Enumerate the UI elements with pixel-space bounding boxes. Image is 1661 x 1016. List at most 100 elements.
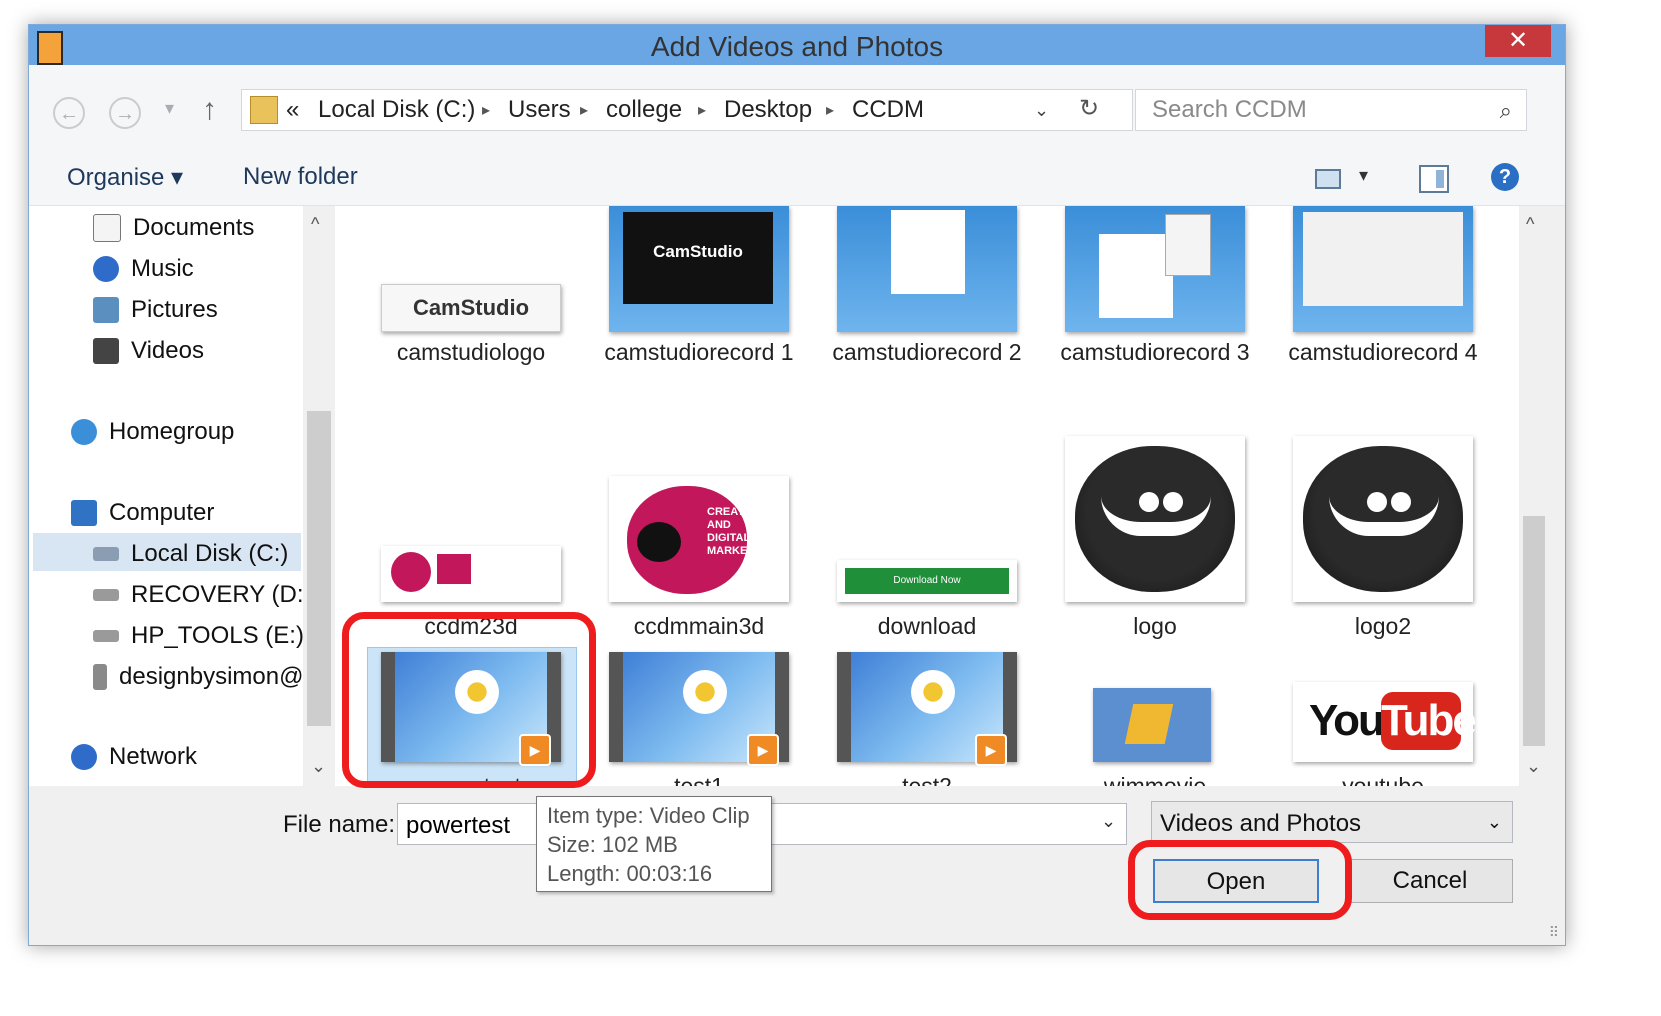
breadcrumb-separator[interactable]: ▸ bbox=[698, 100, 706, 120]
document-icon bbox=[93, 214, 121, 242]
address-dropdown-icon[interactable]: ⌄ bbox=[1034, 100, 1049, 121]
file-name: camstudiorecord 1 bbox=[604, 339, 794, 365]
file-item[interactable]: CREATIVE AND DIGITAL MARKETING ccdmmain3… bbox=[609, 406, 789, 639]
file-name: youtube bbox=[1342, 773, 1424, 786]
search-placeholder: Search CCDM bbox=[1152, 96, 1307, 123]
sidebar-item-label: Homegroup bbox=[109, 418, 235, 445]
screenshot-thumbnail bbox=[1293, 206, 1473, 332]
youtube-text-you: You bbox=[1309, 696, 1385, 745]
forward-button[interactable]: → bbox=[109, 97, 141, 129]
pictures-icon bbox=[93, 297, 119, 323]
search-icon[interactable]: ⌕ bbox=[1500, 98, 1512, 124]
scrollbar-thumb[interactable] bbox=[1523, 516, 1545, 746]
file-name: camstudiorecord 2 bbox=[832, 339, 1022, 365]
file-name-label: File name: bbox=[283, 811, 396, 838]
scroll-down-icon[interactable]: ⌄ bbox=[311, 756, 326, 777]
help-icon[interactable]: ? bbox=[1491, 163, 1519, 191]
sidebar-item-documents[interactable]: Documents bbox=[93, 214, 254, 242]
file-name: camstudiorecord 4 bbox=[1288, 339, 1478, 365]
close-button[interactable]: ✕ bbox=[1485, 25, 1551, 57]
dialog-window: Add Videos and Photos ✕ ← → ▾ ↑ « Local … bbox=[28, 24, 1566, 946]
file-item[interactable]: CamStudio camstudiorecord 1 bbox=[604, 206, 794, 396]
sidebar-item-music[interactable]: Music bbox=[93, 255, 194, 283]
recent-locations-button[interactable]: ▾ bbox=[165, 98, 174, 119]
breadcrumb-separator[interactable]: ▸ bbox=[580, 100, 588, 120]
up-button[interactable]: ↑ bbox=[202, 93, 217, 127]
music-icon bbox=[93, 256, 119, 282]
file-item[interactable]: camstudiorecord 2 bbox=[832, 206, 1022, 396]
tooltip-length: Length: 00:03:16 bbox=[547, 861, 713, 886]
videos-icon bbox=[93, 338, 119, 364]
file-item[interactable]: Download Now download bbox=[837, 406, 1017, 639]
search-input[interactable]: Search CCDM ⌕ bbox=[1135, 89, 1527, 131]
creative-text: CREATIVE AND DIGITAL MARKETING bbox=[707, 506, 774, 557]
navigation-bar: ← → ▾ ↑ « Local Disk (C:) ▸ Users ▸ coll… bbox=[29, 65, 1565, 151]
play-icon: ▶ bbox=[747, 734, 779, 766]
sidebar-item-label: Computer bbox=[109, 499, 215, 526]
breadcrumb-desktop[interactable]: Desktop bbox=[724, 96, 812, 124]
youtube-text-tube: Tube bbox=[1381, 692, 1477, 750]
file-item[interactable]: wimmovie bbox=[1065, 652, 1245, 786]
sidebar-item-homegroup[interactable]: Homegroup bbox=[71, 418, 234, 446]
play-icon: ▶ bbox=[975, 734, 1007, 766]
file-item[interactable]: ccdm23d bbox=[381, 406, 561, 639]
cancel-button[interactable]: Cancel bbox=[1347, 859, 1513, 903]
sidebar-item-computer[interactable]: Computer bbox=[71, 499, 214, 527]
sidebar-item-label: Documents bbox=[133, 214, 255, 241]
scroll-up-icon[interactable]: ^ bbox=[311, 214, 319, 235]
view-options-dropdown[interactable]: ▾ bbox=[1359, 165, 1368, 186]
file-name-dropdown-icon[interactable]: ⌄ bbox=[1101, 811, 1116, 832]
file-item[interactable]: camstudiorecord 4 bbox=[1288, 206, 1478, 396]
camstudio-window-preview: CamStudio bbox=[623, 212, 773, 304]
navigation-pane: Documents Music Pictures Videos Homegrou… bbox=[29, 206, 335, 786]
file-item-selected[interactable]: ▶ powertest bbox=[381, 652, 561, 786]
sidebar-item-local-disk[interactable]: Local Disk (C:) bbox=[93, 540, 288, 568]
breadcrumb-separator[interactable]: ▸ bbox=[482, 100, 490, 120]
file-item[interactable]: CamStudio camstudiologo bbox=[381, 206, 561, 396]
image-thumbnail: Download Now bbox=[837, 560, 1017, 602]
sidebar-item-videos[interactable]: Videos bbox=[93, 337, 204, 365]
image-thumbnail bbox=[1293, 436, 1473, 602]
address-bar[interactable]: « Local Disk (C:) ▸ Users ▸ college ▸ De… bbox=[241, 89, 1133, 131]
preview-pane-icon[interactable] bbox=[1419, 165, 1449, 193]
sidebar-item-hp-tools[interactable]: HP_TOOLS (E:) bbox=[93, 622, 304, 650]
change-view-icon[interactable] bbox=[1315, 169, 1341, 189]
sidebar-item-network[interactable]: Network bbox=[71, 743, 197, 771]
breadcrumb-local-disk[interactable]: Local Disk (C:) bbox=[318, 96, 475, 124]
sidebar-item-recovery[interactable]: RECOVERY (D:) bbox=[93, 581, 311, 609]
ink-splash-graphic bbox=[391, 552, 431, 592]
file-item[interactable]: logo bbox=[1065, 406, 1245, 639]
breadcrumb-ccdm[interactable]: CCDM bbox=[852, 96, 924, 124]
open-button[interactable]: Open bbox=[1153, 859, 1319, 903]
scroll-up-icon[interactable]: ^ bbox=[1526, 214, 1534, 235]
organise-menu[interactable]: Organise ▾ bbox=[67, 163, 183, 192]
file-item[interactable]: ▶ test2 bbox=[837, 652, 1017, 786]
scroll-down-icon[interactable]: ⌄ bbox=[1526, 756, 1541, 777]
window-title: Add Videos and Photos bbox=[650, 31, 944, 62]
breadcrumb-college[interactable]: college bbox=[606, 96, 682, 124]
flower-graphic bbox=[455, 670, 499, 714]
breadcrumb-overflow[interactable]: « bbox=[286, 96, 299, 124]
file-name: wimmovie bbox=[1103, 773, 1207, 786]
file-item[interactable]: logo2 bbox=[1293, 406, 1473, 639]
file-list-scrollbar[interactable]: ^ ⌄ bbox=[1519, 206, 1549, 786]
sidebar-item-network-drive[interactable]: designbysimon@ bbox=[93, 663, 303, 691]
file-type-select[interactable]: Videos and Photos ⌄ bbox=[1151, 801, 1513, 843]
window-preview bbox=[1099, 234, 1173, 318]
file-item[interactable]: camstudiorecord 3 bbox=[1060, 206, 1250, 396]
new-folder-button[interactable]: New folder bbox=[243, 163, 358, 191]
file-item[interactable]: You Tube youtube bbox=[1293, 652, 1477, 786]
sidebar-item-pictures[interactable]: Pictures bbox=[93, 296, 218, 324]
sidebar-item-label: Music bbox=[131, 255, 194, 282]
scrollbar-thumb[interactable] bbox=[307, 411, 331, 726]
navigation-scrollbar[interactable]: ^ ⌄ bbox=[303, 206, 335, 786]
file-name: powertest bbox=[421, 773, 521, 786]
file-item[interactable]: ▶ test1 bbox=[609, 652, 789, 786]
resize-grip-icon[interactable]: ⠿ bbox=[1549, 924, 1559, 941]
breadcrumb-users[interactable]: Users bbox=[508, 96, 571, 124]
back-button[interactable]: ← bbox=[53, 97, 85, 129]
refresh-button[interactable]: ↻ bbox=[1069, 89, 1109, 129]
breadcrumb-separator[interactable]: ▸ bbox=[826, 100, 834, 120]
window-preview bbox=[891, 210, 965, 294]
screenshot-thumbnail: CamStudio bbox=[609, 206, 789, 332]
